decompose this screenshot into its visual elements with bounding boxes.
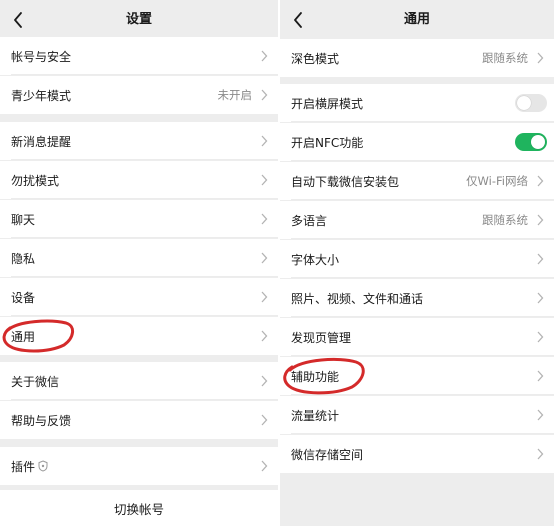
general-item-label: 字体大小 [291, 252, 340, 267]
general-item-label: 发现页管理 [291, 330, 352, 345]
chevron-right-icon [261, 50, 268, 62]
settings-item-label: 隐私 [11, 251, 36, 266]
settings-item-chat[interactable]: 聊天 [0, 200, 278, 238]
page-title: 设置 [125, 12, 152, 27]
general-item-label: 照片、视频、文件和通话 [291, 291, 424, 306]
general-item-label: 微信存储空间 [291, 447, 364, 462]
chevron-right-icon [261, 414, 268, 426]
general-item-landscape-mode[interactable]: 开启横屏模式 [280, 84, 554, 122]
landscape-mode-toggle[interactable] [515, 94, 547, 112]
page-title: 通用 [403, 12, 430, 27]
general-item-label: 自动下载微信安装包 [291, 174, 400, 189]
general-item-dark-mode[interactable]: 深色模式 跟随系统 [280, 39, 554, 77]
settings-item-help-feedback[interactable]: 帮助与反馈 [0, 401, 278, 439]
settings-item-label: 关于微信 [11, 374, 60, 389]
chevron-right-icon [537, 370, 544, 382]
general-item-media-files[interactable]: 照片、视频、文件和通话 [280, 279, 554, 317]
settings-item-devices[interactable]: 设备 [0, 278, 278, 316]
chevron-right-icon [537, 331, 544, 343]
general-item-auto-download[interactable]: 自动下载微信安装包 仅Wi-Fi网络 [280, 162, 554, 200]
language-value: 跟随系统 [482, 213, 528, 227]
settings-item-account-security[interactable]: 帐号与安全 [0, 37, 278, 75]
chevron-right-icon [537, 292, 544, 304]
teen-mode-status: 未开启 [217, 88, 253, 102]
nfc-toggle[interactable] [515, 133, 547, 151]
settings-item-label: 青少年模式 [11, 88, 72, 103]
chevron-right-icon [537, 409, 544, 421]
general-item-nfc[interactable]: 开启NFC功能 [280, 123, 554, 161]
settings-item-teen-mode[interactable]: 青少年模式 未开启 [0, 76, 278, 114]
chevron-right-icon [261, 460, 268, 472]
settings-item-about-wechat[interactable]: 关于微信 [0, 362, 278, 400]
settings-nav-bar: 设置 [0, 0, 278, 40]
chevron-right-icon [261, 375, 268, 387]
chevron-right-icon [261, 330, 268, 342]
chevron-right-icon [261, 213, 268, 225]
settings-item-general[interactable]: 通用 [0, 317, 278, 355]
general-item-discover-manage[interactable]: 发现页管理 [280, 318, 554, 356]
general-item-label: 辅助功能 [291, 369, 340, 384]
settings-item-label: 帮助与反馈 [11, 413, 72, 428]
general-item-data-usage[interactable]: 流量统计 [280, 396, 554, 434]
general-item-label: 开启NFC功能 [291, 135, 364, 150]
chevron-right-icon [261, 291, 268, 303]
general-item-label: 深色模式 [291, 51, 340, 66]
settings-item-label: 通用 [11, 329, 36, 344]
plugin-shield-icon [38, 460, 48, 472]
general-item-label: 流量统计 [291, 408, 340, 423]
settings-item-label: 勿扰模式 [11, 173, 60, 188]
dark-mode-value: 跟随系统 [482, 51, 528, 65]
chevron-right-icon [261, 174, 268, 186]
chevron-right-icon [537, 214, 544, 226]
chevron-right-icon [261, 89, 268, 101]
settings-item-privacy[interactable]: 隐私 [0, 239, 278, 277]
general-nav-bar: 通用 [280, 0, 554, 40]
switch-account-button[interactable]: 切换帐号 [0, 490, 278, 526]
chevron-right-icon [261, 252, 268, 264]
chevron-right-icon [261, 135, 268, 147]
settings-panel: 设置 帐号与安全 青少年模式 未开启 新消息提醒 勿扰模式 聊天 隐私 设备 通… [0, 0, 278, 526]
auto-download-value: 仅Wi-Fi网络 [466, 174, 528, 188]
settings-item-label: 新消息提醒 [11, 134, 72, 149]
chevron-right-icon [537, 448, 544, 460]
general-panel: 通用 深色模式 跟随系统 开启横屏模式 开启NFC功能 自动下载微信安装包 仅W… [280, 0, 554, 526]
general-item-language[interactable]: 多语言 跟随系统 [280, 201, 554, 239]
general-item-storage[interactable]: 微信存储空间 [280, 435, 554, 473]
general-item-label: 多语言 [291, 213, 328, 228]
settings-item-label: 聊天 [11, 212, 36, 227]
settings-item-new-message-alert[interactable]: 新消息提醒 [0, 122, 278, 160]
settings-item-plugins[interactable]: 插件 [0, 447, 278, 485]
settings-item-do-not-disturb[interactable]: 勿扰模式 [0, 161, 278, 199]
general-item-label: 开启横屏模式 [291, 96, 364, 111]
chevron-right-icon [537, 253, 544, 265]
general-item-accessibility[interactable]: 辅助功能 [280, 357, 554, 395]
chevron-right-icon [537, 175, 544, 187]
settings-item-label: 帐号与安全 [11, 49, 72, 64]
chevron-right-icon [537, 52, 544, 64]
settings-item-label: 设备 [11, 290, 36, 305]
settings-item-label: 插件 [11, 459, 36, 474]
general-item-font-size[interactable]: 字体大小 [280, 240, 554, 278]
